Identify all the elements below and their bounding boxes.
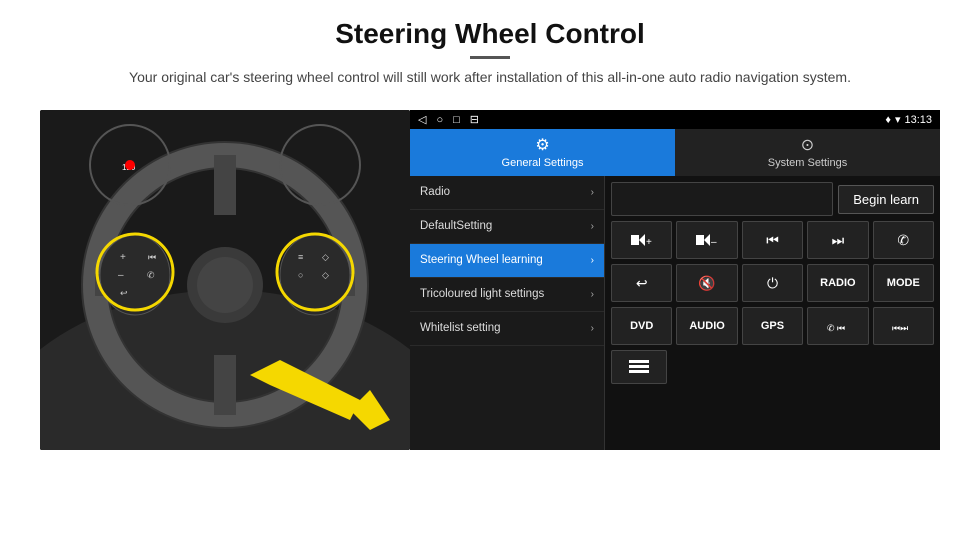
prev-track-btn[interactable]: ⏮	[742, 221, 803, 259]
nav-menu[interactable]: ⊟	[470, 113, 479, 126]
signal-icon: ▾	[895, 113, 901, 126]
phone-prev-btn[interactable]: ✆⏮	[807, 307, 868, 345]
menu-radio-label: Radio	[420, 185, 450, 200]
chevron-icon-default: ›	[591, 221, 594, 232]
audio-btn[interactable]: AUDIO	[676, 307, 737, 345]
menu-steering-label: Steering Wheel learning	[420, 253, 543, 268]
head-unit: ◁ ○ □ ⊟ ♦ ▾ 13:13 ⚙ General Settings	[410, 110, 940, 450]
next-track-btn[interactable]: ⏭	[807, 221, 868, 259]
menu-tricoloured-label: Tricoloured light settings	[420, 287, 544, 302]
right-panel: Begin learn + – ⏮ ⏭ ✆	[605, 176, 940, 450]
left-menu: Radio › DefaultSetting › Steering Wheel …	[410, 176, 605, 450]
system-settings-icon: ⊙	[801, 135, 814, 155]
svg-text:○: ○	[298, 270, 303, 280]
page-title: Steering Wheel Control	[129, 18, 851, 50]
content-row: + ⏮ – ✆ ↩ ≡ ◇ ○ ◇ 12	[40, 110, 940, 450]
nav-recent[interactable]: □	[453, 114, 460, 126]
main-content: Radio › DefaultSetting › Steering Wheel …	[410, 176, 940, 450]
menu-item-steering[interactable]: Steering Wheel learning ›	[410, 244, 604, 278]
subtitle: Your original car's steering wheel contr…	[129, 67, 851, 88]
tab-system-settings[interactable]: ⊙ System Settings	[675, 129, 940, 176]
skip-combo-btn[interactable]: ⏮⏭	[873, 307, 934, 345]
begin-learn-button[interactable]: Begin learn	[838, 185, 934, 214]
phone-btn[interactable]: ✆	[873, 221, 934, 259]
control-grid-row2: ↩ 🔇 ⏻ RADIO MODE	[611, 264, 934, 302]
svg-text:✆: ✆	[827, 323, 835, 333]
power-btn[interactable]: ⏻	[742, 264, 803, 302]
svg-text:–: –	[118, 270, 124, 281]
tab-general-label: General Settings	[502, 157, 584, 169]
nav-home[interactable]: ○	[436, 114, 443, 126]
gps-btn[interactable]: GPS	[742, 307, 803, 345]
vol-down-btn[interactable]: –	[676, 221, 737, 259]
empty-input-box	[611, 182, 833, 216]
title-section: Steering Wheel Control Your original car…	[129, 18, 851, 102]
menu-item-default[interactable]: DefaultSetting ›	[410, 210, 604, 244]
svg-text:◇: ◇	[322, 252, 329, 262]
svg-text:⏮: ⏮	[148, 252, 156, 262]
radio-btn[interactable]: RADIO	[807, 264, 868, 302]
nav-back[interactable]: ◁	[418, 113, 426, 126]
menu-item-radio[interactable]: Radio ›	[410, 176, 604, 210]
svg-text:+: +	[646, 237, 652, 248]
page-wrapper: Steering Wheel Control Your original car…	[0, 0, 980, 560]
svg-text:+: +	[120, 252, 126, 263]
vol-up-btn[interactable]: +	[611, 221, 672, 259]
svg-text:↩: ↩	[120, 288, 128, 298]
svg-text:–: –	[711, 237, 717, 248]
back-btn[interactable]: ↩	[611, 264, 672, 302]
status-bar: ◁ ○ □ ⊟ ♦ ▾ 13:13	[410, 110, 940, 129]
mute-btn[interactable]: 🔇	[676, 264, 737, 302]
status-bar-right: ♦ ▾ 13:13	[885, 113, 932, 126]
control-grid-row1: + – ⏮ ⏭ ✆	[611, 221, 934, 259]
control-grid-row3: DVD AUDIO GPS ✆⏮ ⏮⏭	[611, 307, 934, 345]
chevron-icon-steering: ›	[591, 255, 594, 266]
clock: 13:13	[904, 114, 932, 126]
gps-icon: ♦	[885, 114, 891, 126]
extra-row	[611, 350, 934, 384]
menu-default-label: DefaultSetting	[420, 219, 492, 234]
dvd-btn[interactable]: DVD	[611, 307, 672, 345]
mode-btn[interactable]: MODE	[873, 264, 934, 302]
svg-text:⏮⏭: ⏮⏭	[892, 323, 908, 333]
chevron-icon-whitelist: ›	[591, 323, 594, 334]
title-divider	[470, 56, 510, 59]
status-bar-left: ◁ ○ □ ⊟	[418, 113, 479, 126]
menu-item-whitelist[interactable]: Whitelist setting ›	[410, 312, 604, 346]
menu-item-tricoloured[interactable]: Tricoloured light settings ›	[410, 278, 604, 312]
tab-system-label: System Settings	[768, 157, 847, 169]
general-settings-icon: ⚙	[535, 135, 549, 155]
tab-bar: ⚙ General Settings ⊙ System Settings	[410, 129, 940, 176]
menu-whitelist-label: Whitelist setting	[420, 321, 501, 336]
svg-text:⏮: ⏮	[837, 323, 845, 333]
svg-text:✆: ✆	[147, 270, 155, 280]
chevron-icon-tricoloured: ›	[591, 289, 594, 300]
tab-general-settings[interactable]: ⚙ General Settings	[410, 129, 675, 176]
menu-symbol-btn[interactable]	[611, 350, 667, 384]
svg-text:≡: ≡	[298, 252, 303, 262]
svg-text:◇: ◇	[322, 270, 329, 280]
steering-wheel-image: + ⏮ – ✆ ↩ ≡ ◇ ○ ◇ 12	[40, 110, 410, 450]
chevron-icon-radio: ›	[591, 187, 594, 198]
top-row: Begin learn	[611, 182, 934, 216]
